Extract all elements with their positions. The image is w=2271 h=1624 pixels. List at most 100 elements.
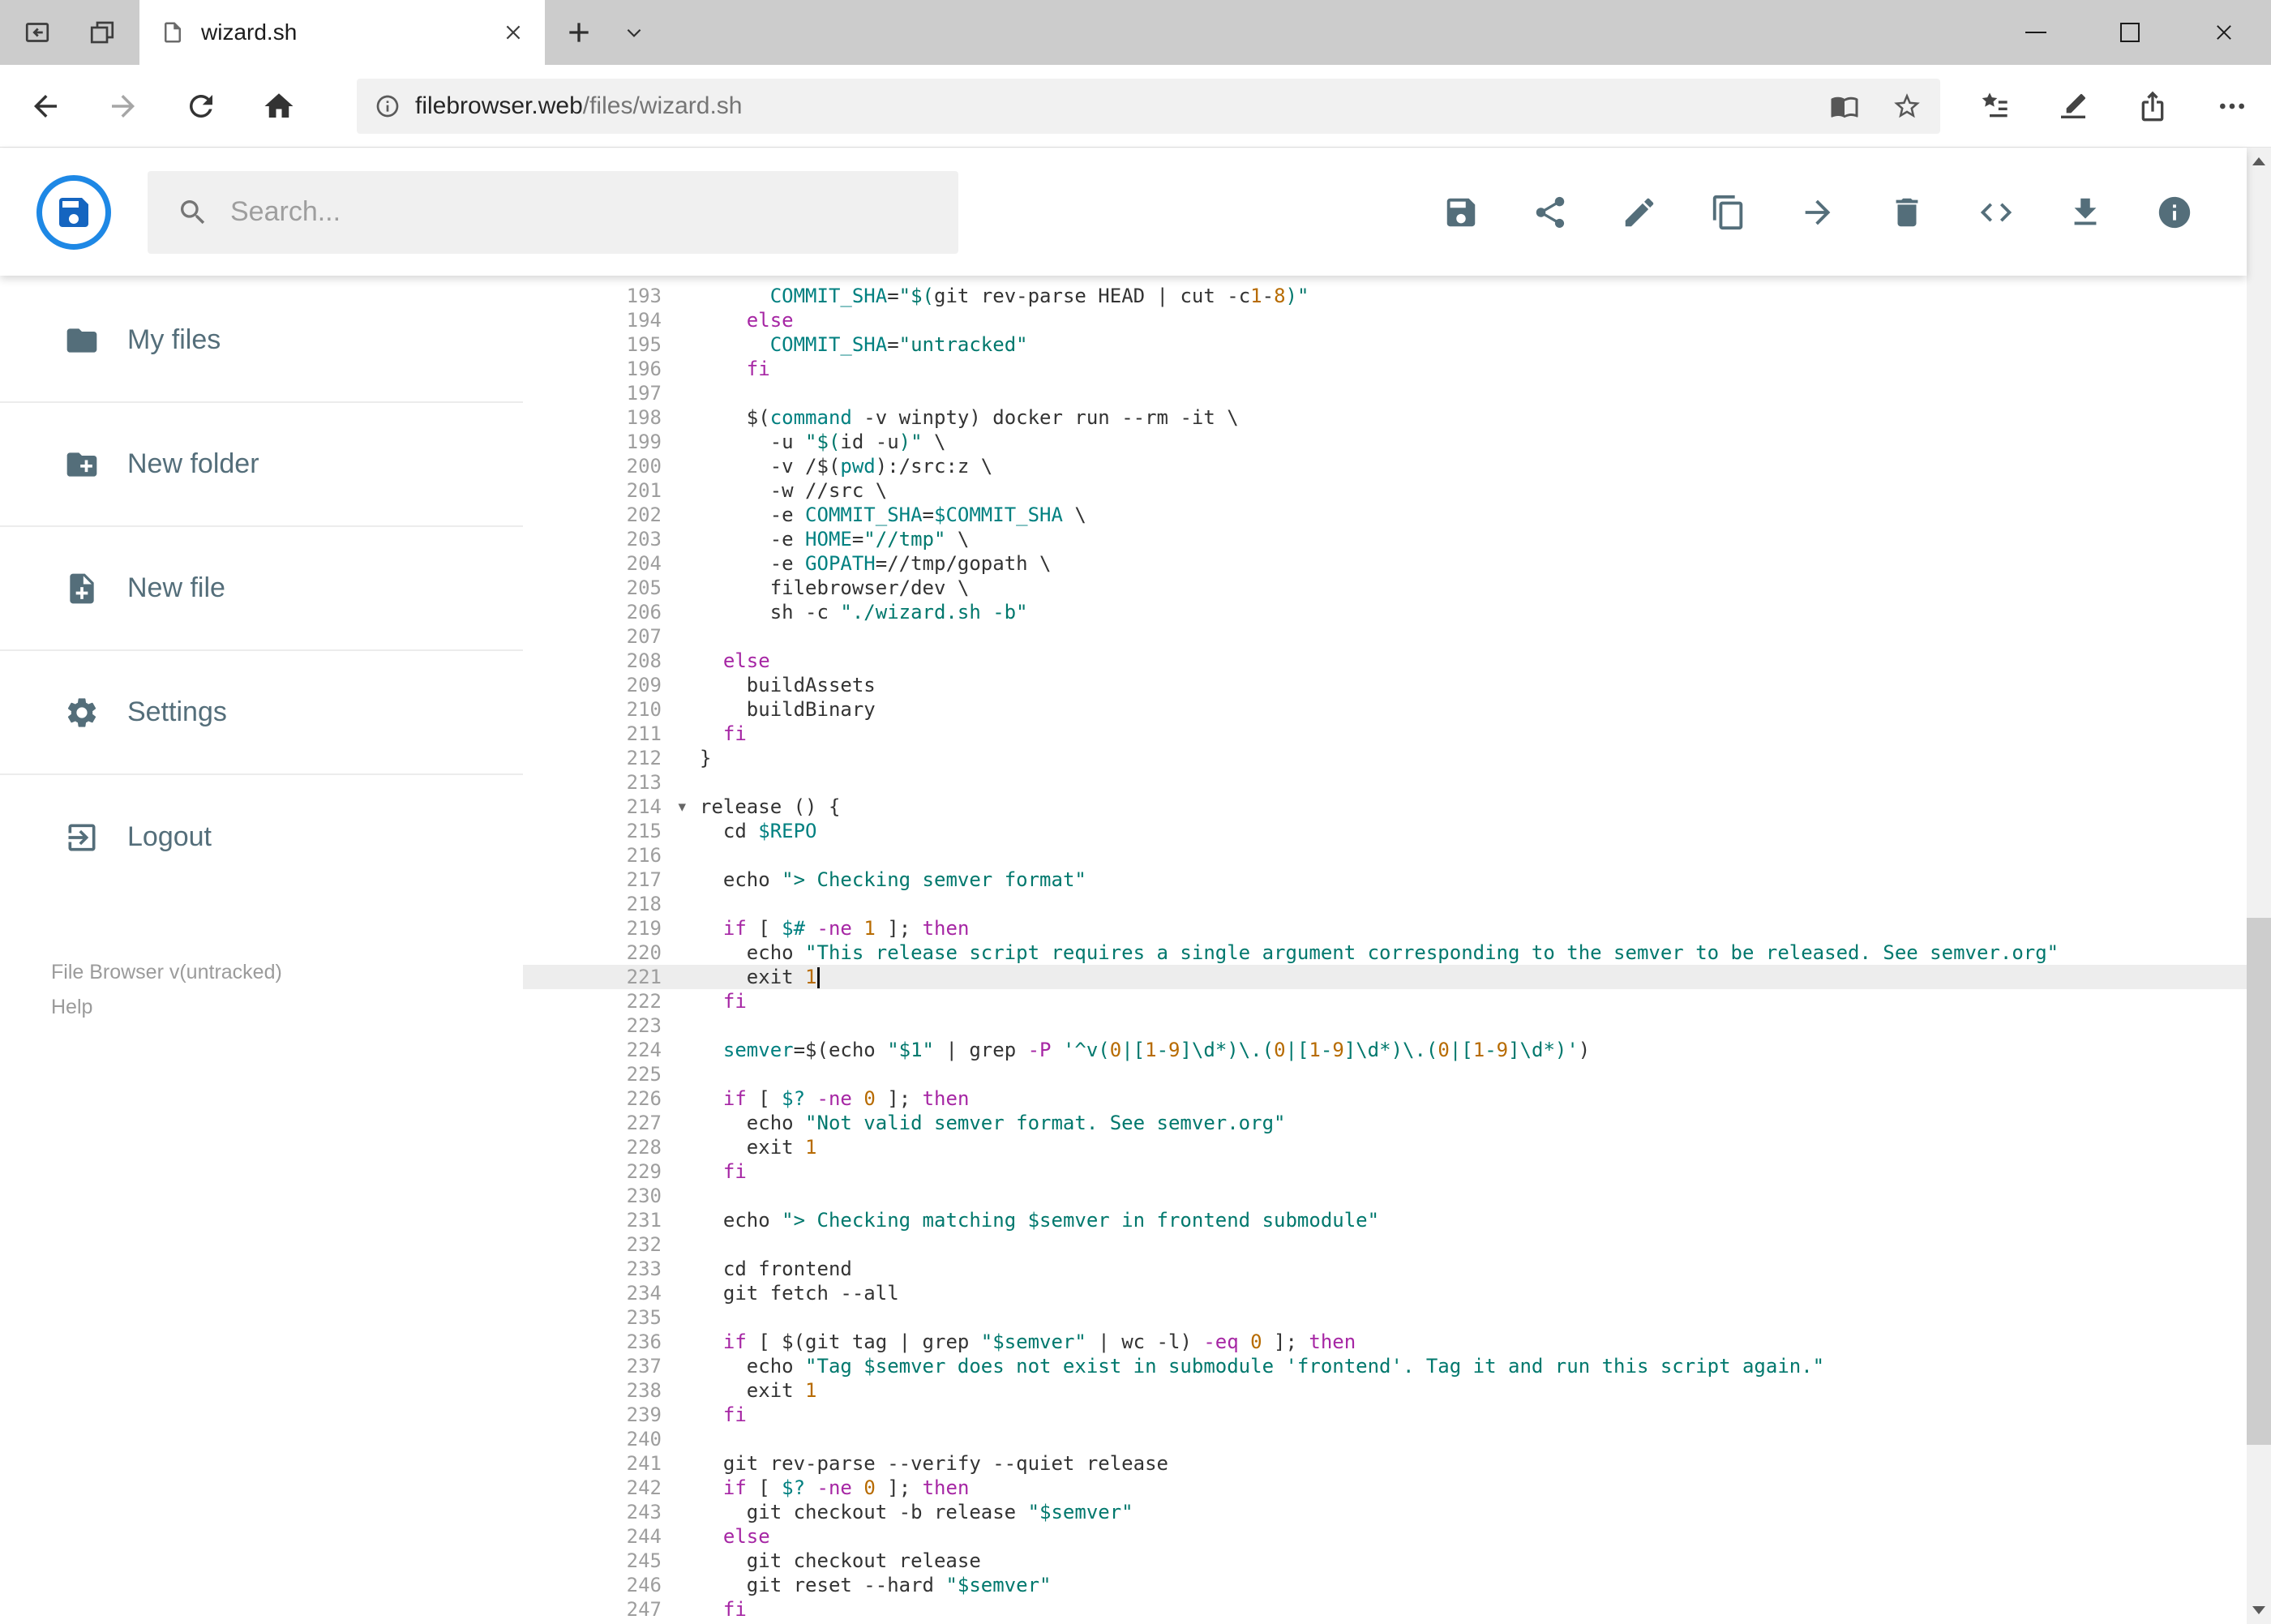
code-line[interactable]: 224 semver=$(echo "$1" | grep -P '^v(0|[… xyxy=(523,1038,2247,1062)
window-minimize-button[interactable] xyxy=(1989,0,2083,65)
code-line[interactable]: 238 exit 1 xyxy=(523,1378,2247,1403)
code-line[interactable]: 243 git checkout -b release "$semver" xyxy=(523,1500,2247,1524)
favorites-hub-icon[interactable] xyxy=(1977,90,2010,122)
code-line[interactable]: 226 if [ $? -ne 0 ]; then xyxy=(523,1086,2247,1111)
code-line[interactable]: 193 COMMIT_SHA="$(git rev-parse HEAD | c… xyxy=(523,284,2247,308)
code-line[interactable]: 205 filebrowser/dev \ xyxy=(523,576,2247,600)
code-line[interactable]: 197 xyxy=(523,381,2247,405)
code-line[interactable]: 231 echo "> Checking matching $semver in… xyxy=(523,1208,2247,1232)
address-bar[interactable]: filebrowser.web/files/wizard.sh xyxy=(357,78,1940,134)
scroll-down-arrow-icon[interactable] xyxy=(2247,1596,2271,1624)
code-line[interactable]: 237 echo "Tag $semver does not exist in … xyxy=(523,1354,2247,1378)
code-line[interactable]: 216 xyxy=(523,843,2247,868)
code-line[interactable]: 211 fi xyxy=(523,722,2247,746)
code-line[interactable]: 210 buildBinary xyxy=(523,697,2247,722)
code-line[interactable]: 203 -e HOME="//tmp" \ xyxy=(523,527,2247,551)
code-line[interactable]: 204 -e GOPATH=//tmp/gopath \ xyxy=(523,551,2247,576)
code-line[interactable]: 194 else xyxy=(523,308,2247,332)
code-line[interactable]: 212} xyxy=(523,746,2247,770)
code-line[interactable]: 200 -v /$(pwd):/src:z \ xyxy=(523,454,2247,478)
code-line[interactable]: 225 xyxy=(523,1062,2247,1086)
site-info-icon[interactable] xyxy=(375,93,401,119)
code-line[interactable]: 198 $(command -v winpty) docker run --rm… xyxy=(523,405,2247,430)
code-line[interactable]: 230 xyxy=(523,1184,2247,1208)
new-tab-button[interactable] xyxy=(550,0,608,65)
download-button[interactable] xyxy=(2067,194,2104,231)
forward-button[interactable] xyxy=(84,65,162,148)
code-line[interactable]: 207 xyxy=(523,624,2247,649)
browser-tab[interactable]: wizard.sh xyxy=(139,0,545,65)
code-line[interactable]: 202 -e COMMIT_SHA=$COMMIT_SHA \ xyxy=(523,503,2247,527)
code-line[interactable]: 223 xyxy=(523,1013,2247,1038)
code-line[interactable]: 222 fi xyxy=(523,989,2247,1013)
more-options-icon[interactable] xyxy=(2216,90,2248,122)
share-file-button[interactable] xyxy=(1532,194,1569,231)
move-button[interactable] xyxy=(1799,194,1836,231)
code-line[interactable]: 235 xyxy=(523,1305,2247,1330)
search-bar[interactable] xyxy=(148,170,958,254)
code-line[interactable]: 195 COMMIT_SHA="untracked" xyxy=(523,332,2247,357)
code-line[interactable]: 206 sh -c "./wizard.sh -b" xyxy=(523,600,2247,624)
scrollbar-thumb[interactable] xyxy=(2247,918,2271,1445)
search-input[interactable] xyxy=(230,196,895,228)
set-tabs-aside-icon[interactable] xyxy=(23,18,52,47)
sidebar-item-settings[interactable]: Settings xyxy=(0,651,523,775)
code-line[interactable]: 213 xyxy=(523,770,2247,795)
code-line[interactable]: 232 xyxy=(523,1232,2247,1257)
window-close-button[interactable] xyxy=(2177,0,2271,65)
code-line[interactable]: 220 echo "This release script requires a… xyxy=(523,941,2247,965)
share-icon[interactable] xyxy=(2136,90,2169,122)
tab-list-chevron-icon[interactable] xyxy=(608,0,660,65)
code-line[interactable]: 234 git fetch --all xyxy=(523,1281,2247,1305)
code-line[interactable]: 214 ▾ release () { xyxy=(523,795,2247,819)
back-button[interactable] xyxy=(6,65,84,148)
code-line[interactable]: 215 cd $REPO xyxy=(523,819,2247,843)
sidebar-item-new-folder[interactable]: New folder xyxy=(0,403,523,527)
code-line[interactable]: 196 fi xyxy=(523,357,2247,381)
sidebar-item-new-file[interactable]: New file xyxy=(0,527,523,651)
help-link[interactable]: Help xyxy=(51,996,282,1019)
code-line[interactable]: 219 if [ $# -ne 1 ]; then xyxy=(523,916,2247,941)
refresh-button[interactable] xyxy=(162,65,240,148)
code-line[interactable]: 218 xyxy=(523,892,2247,916)
save-button[interactable] xyxy=(1442,194,1480,231)
reading-view-icon[interactable] xyxy=(1830,92,1859,121)
code-line[interactable]: 242 if [ $? -ne 0 ]; then xyxy=(523,1476,2247,1500)
copy-button[interactable] xyxy=(1710,194,1747,231)
code-line[interactable]: 209 buildAssets xyxy=(523,673,2247,697)
code-line[interactable]: 227 echo "Not valid semver format. See s… xyxy=(523,1111,2247,1135)
code-line[interactable]: 221 exit 1 xyxy=(523,965,2247,989)
home-button[interactable] xyxy=(240,65,318,148)
code-line[interactable]: 208 else xyxy=(523,649,2247,673)
scroll-up-arrow-icon[interactable] xyxy=(2247,148,2271,175)
window-maximize-button[interactable] xyxy=(2083,0,2177,65)
info-button[interactable] xyxy=(2156,194,2193,231)
code-line[interactable]: 244 else xyxy=(523,1524,2247,1549)
code-line[interactable]: 240 xyxy=(523,1427,2247,1451)
code-line[interactable]: 233 cd frontend xyxy=(523,1257,2247,1281)
add-favorite-star-icon[interactable] xyxy=(1892,91,1922,122)
raw-view-button[interactable] xyxy=(1977,194,2015,231)
code-line[interactable]: 246 git reset --hard "$semver" xyxy=(523,1573,2247,1597)
sidebar-item-my-files[interactable]: My files xyxy=(0,279,523,403)
code-editor[interactable]: 193 COMMIT_SHA="$(git rev-parse HEAD | c… xyxy=(523,276,2247,1624)
code-line[interactable]: 217 echo "> Checking semver format" xyxy=(523,868,2247,892)
delete-button[interactable] xyxy=(1888,194,1926,231)
code-line[interactable]: 239 fi xyxy=(523,1403,2247,1427)
fold-arrow-icon[interactable]: ▾ xyxy=(678,795,686,819)
code-line[interactable]: 228 exit 1 xyxy=(523,1135,2247,1159)
rename-button[interactable] xyxy=(1621,194,1658,231)
page-scrollbar[interactable] xyxy=(2247,148,2271,1624)
code-line[interactable]: 241 git rev-parse --verify --quiet relea… xyxy=(523,1451,2247,1476)
code-line[interactable]: 247 fi xyxy=(523,1597,2247,1622)
code-line[interactable]: 245 git checkout release xyxy=(523,1549,2247,1573)
code-line[interactable]: 201 -w //src \ xyxy=(523,478,2247,503)
code-line[interactable]: 236 if [ $(git tag | grep "$semver" | wc… xyxy=(523,1330,2247,1354)
line-number: 233 xyxy=(626,1258,662,1280)
tabs-preview-icon[interactable] xyxy=(88,18,117,47)
web-note-pen-icon[interactable] xyxy=(2057,90,2089,122)
sidebar-item-logout[interactable]: Logout xyxy=(0,775,523,899)
code-line[interactable]: 199 -u "$(id -u)" \ xyxy=(523,430,2247,454)
code-line[interactable]: 229 fi xyxy=(523,1159,2247,1184)
tab-close-icon[interactable] xyxy=(503,22,524,43)
